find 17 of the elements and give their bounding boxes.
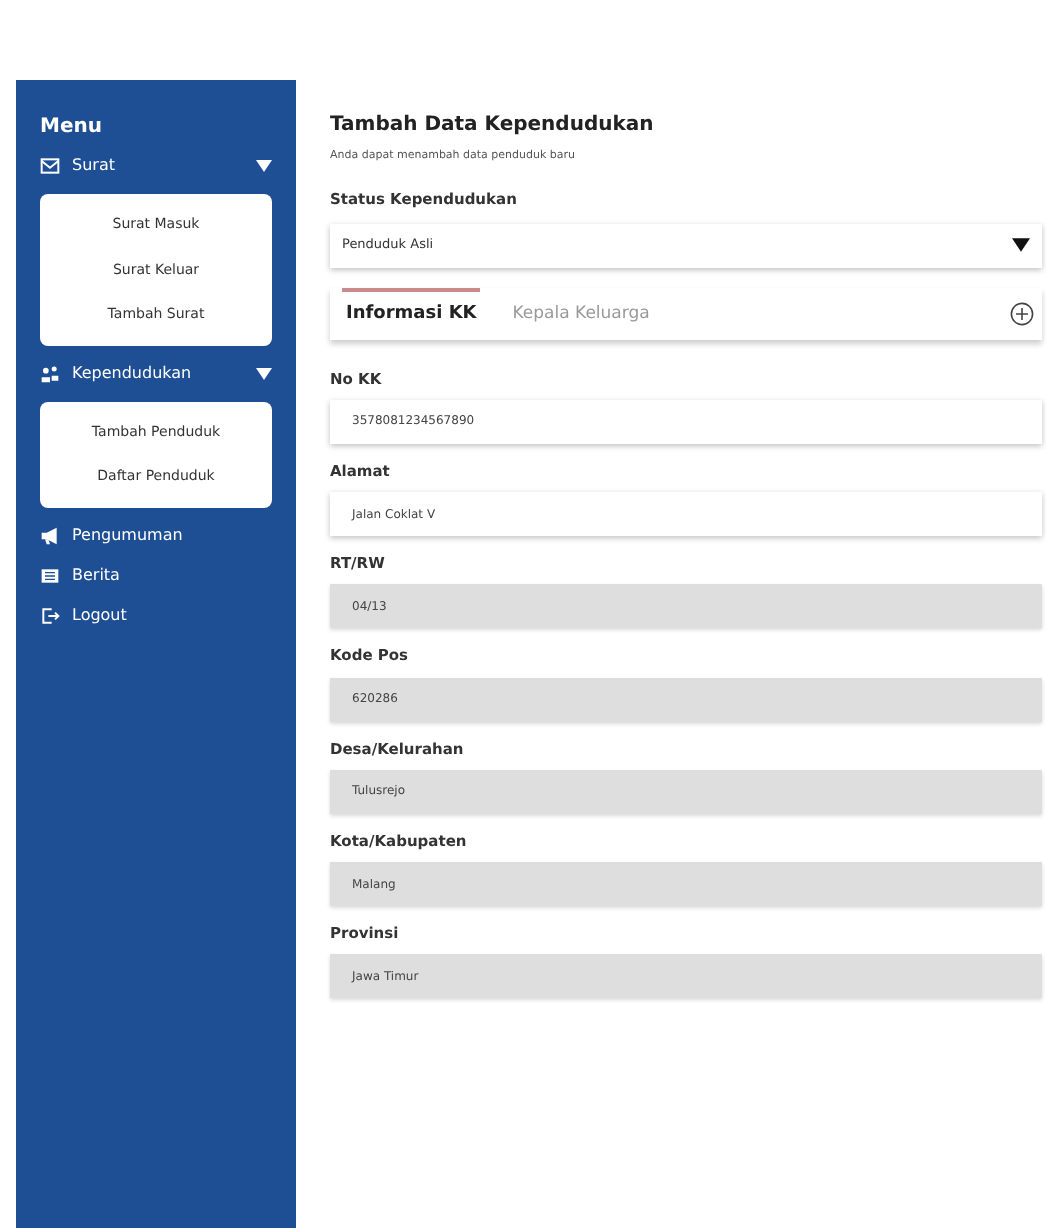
form-title: Tambah Data Kependudukan (330, 112, 656, 140)
people-icon (40, 363, 60, 383)
sidebar-item[interactable]: Berita (40, 555, 272, 595)
caret-icon (256, 367, 272, 379)
sidebar-item[interactable]: Kependudukan (40, 353, 272, 393)
tab[interactable]: Informasi KK (342, 287, 481, 339)
newspaper-icon (40, 565, 60, 585)
sidebar-item[interactable]: Surat (40, 146, 272, 186)
sidebar-item[interactable]: Logout (40, 595, 272, 635)
mail-icon (40, 156, 60, 176)
logout-icon (40, 605, 60, 625)
add-circle-icon[interactable] (1010, 301, 1034, 325)
sidebar-item[interactable]: Pengumuman (40, 515, 272, 555)
megaphone-icon (40, 525, 60, 545)
caret-icon (256, 160, 272, 172)
menu-heading: Menu (40, 114, 104, 142)
caret-icon (1012, 238, 1030, 252)
